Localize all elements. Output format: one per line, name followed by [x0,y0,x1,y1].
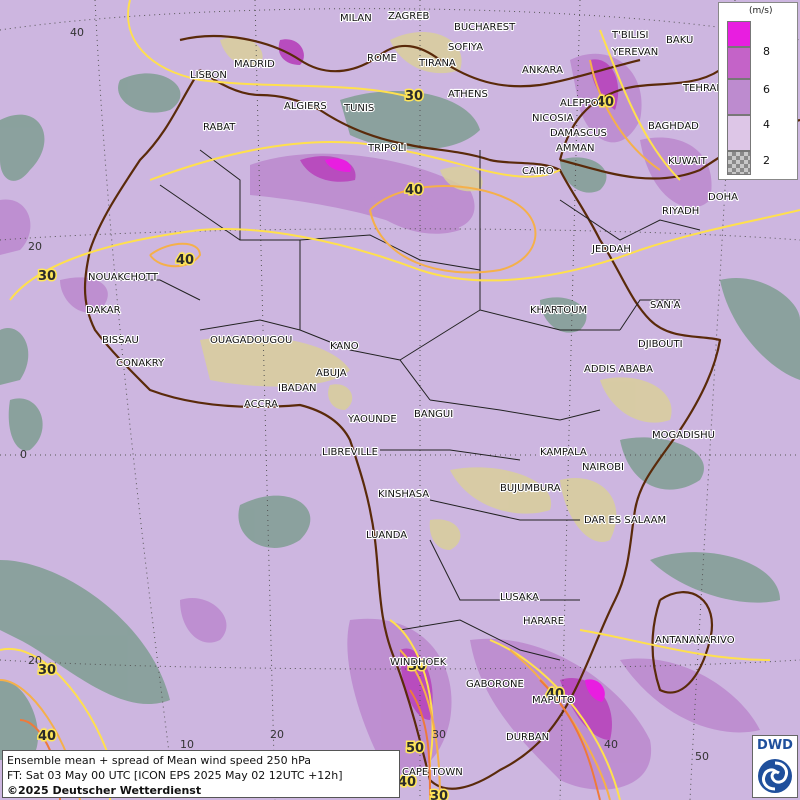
city-label: LISBON [190,70,227,81]
lon-label-50: 50 [695,750,709,763]
city-label: ALGIERS [284,101,327,112]
city-label: OUAGADOUGOU [210,335,292,346]
isoline-label: 30 [430,789,448,800]
city-label: RABAT [203,122,236,133]
city-label: KUWAIT [668,156,708,167]
isoline-label: 30 [405,89,423,104]
city-label: BISSAU [102,335,139,346]
legend-tick-6: 6 [763,83,770,96]
city-label: WINDHOEK [390,657,447,668]
city-label: LUANDA [366,530,407,541]
isoline-label: 40 [405,183,423,198]
lon-label-30: 30 [432,728,446,741]
legend-unit: (m/s) [749,6,773,16]
city-label: KHARTOUM [530,305,587,316]
city-label: MAPUTO [532,695,575,706]
info-copyright: ©2025 Deutscher Wetterdienst [7,784,202,797]
dwd-logo-text: DWD [757,738,793,753]
legend: (m/s) 8 6 4 2 [718,2,798,180]
info-forecast-time: FT: Sat 03 May 00 UTC [ICON EPS 2025 May… [7,769,343,782]
legend-swatch-over-8 [727,21,751,47]
city-label: KAMPALA [540,447,587,458]
city-label: NICOSIA [532,113,574,124]
city-label: YEREVAN [611,47,658,58]
city-label: DURBAN [506,732,549,743]
legend-swatch-4-6 [727,79,751,115]
info-title: Ensemble mean + spread of Mean wind spee… [7,754,311,767]
city-label: MADRID [234,59,275,70]
city-label: AMMAN [556,143,594,154]
isoline-label: 30 [38,269,56,284]
city-label: DOHA [708,192,738,203]
city-label: BAGHDAD [648,121,699,132]
dwd-logo: DWD [752,735,798,798]
legend-swatch-6-8 [727,47,751,79]
city-label: ANKARA [522,65,563,76]
lon-label-20: 20 [270,728,284,741]
city-label: JEDDAH [591,244,631,255]
city-label: BANGUI [414,409,453,420]
city-label: ROME [367,53,397,64]
city-label: KANO [330,341,359,352]
isoline-label: 40 [596,95,614,110]
city-label: T'BILISI [611,30,648,41]
info-box: Ensemble mean + spread of Mean wind spee… [2,750,400,798]
city-label: KINSHASA [378,489,429,500]
legend-swatch-under-2 [727,151,751,175]
city-label: MILAN [340,13,372,24]
city-label: ZAGREB [388,11,430,22]
city-label: MOGADISHU [652,430,715,441]
city-label: ADDIS ABABA [584,364,653,375]
city-label: ACCRA [244,399,278,410]
city-label: HARARE [523,616,564,627]
legend-tick-4: 4 [763,118,770,131]
legend-swatch-2-4 [727,115,751,151]
city-label: LUSAKA [500,592,539,603]
city-label: NAIROBI [582,462,624,473]
city-label: NOUAKCHOTT [88,272,159,283]
city-label: DAMASCUS [550,128,607,139]
city-label: ALEPPO [560,98,599,109]
city-label: BUJUMBURA [500,483,561,494]
city-label: TRIPOLI [367,143,406,154]
city-label: BAKU [666,35,693,46]
city-label: CAIRO [522,166,554,177]
city-label: ANTANANARIVO [655,635,735,646]
city-label: SAN'A [650,300,681,311]
city-label: DJIBOUTI [638,339,683,350]
city-label: RIYADH [662,206,699,217]
isoline-label: 40 [176,253,194,268]
lat-label-40: 40 [70,26,84,39]
lat-label-0: 0 [20,448,27,461]
city-label: TIRANA [418,58,456,69]
city-label: ABUJA [316,368,347,379]
isoline-label: 50 [406,741,424,756]
city-label: CONAKRY [116,358,165,369]
lon-label-40: 40 [604,738,618,751]
isoline-label: 30 [38,663,56,678]
city-label: SOFIYA [448,42,483,53]
city-label: BUCHAREST [454,22,516,33]
city-label: DAKAR [86,305,121,316]
wind-speed-map: 40 20 0 20 40 10 20 30 40 50 30 40 40 30… [0,0,800,800]
city-label: LIBREVILLE [322,447,378,458]
city-label: IBADAN [278,383,317,394]
city-label: GABORONE [466,679,524,690]
city-label: ATHENS [448,89,488,100]
city-label: DAR ES SALAAM [584,515,666,526]
legend-tick-8: 8 [763,45,770,58]
isoline-label: 40 [38,729,56,744]
legend-tick-2: 2 [763,154,770,167]
city-label: CAPE TOWN [402,767,463,778]
swirl-icon [758,759,792,793]
lat-label-20: 20 [28,240,42,253]
city-label: YAOUNDE [347,414,397,425]
city-label: TUNIS [343,103,374,114]
